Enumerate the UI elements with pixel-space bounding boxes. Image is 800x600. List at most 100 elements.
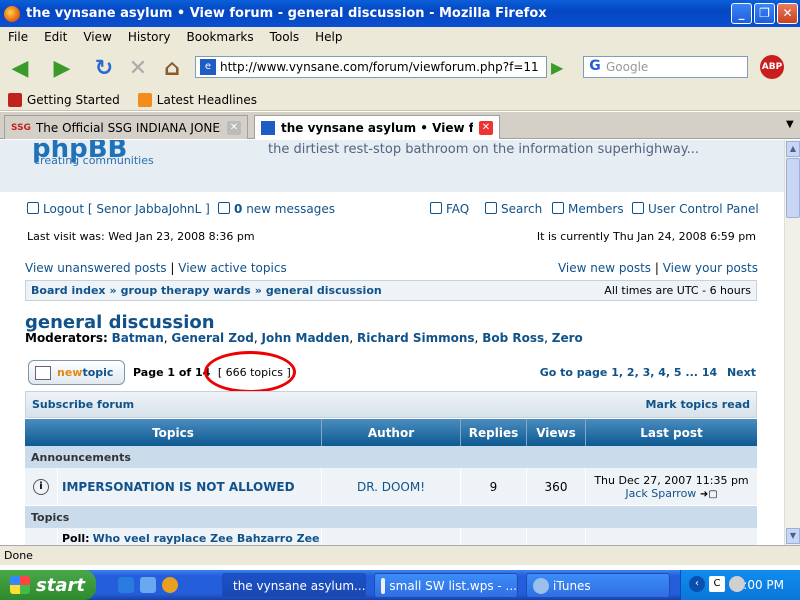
topic-author[interactable]: DR. DOOM! (322, 468, 461, 505)
moderator-link[interactable]: Richard Simmons (357, 331, 475, 345)
moderators: Moderators: Batman, General Zod, John Ma… (25, 331, 583, 345)
ucp-link[interactable]: User Control Panel (632, 202, 759, 216)
task-firefox[interactable]: the vynsane asylum... (222, 573, 366, 598)
forum-title[interactable]: general discussion (25, 312, 215, 333)
task-works[interactable]: small SW list.wps - ... (374, 573, 518, 598)
moderator-link[interactable]: Batman (112, 331, 164, 345)
faq-link[interactable]: FAQ (430, 202, 469, 216)
page-link[interactable]: 2 (627, 366, 635, 379)
forward-icon[interactable]: ▶ (48, 54, 76, 82)
menu-history[interactable]: History (120, 30, 179, 44)
moderator-link[interactable]: General Zod (171, 331, 254, 345)
breadcrumb-general-discussion[interactable]: general discussion (266, 284, 382, 297)
breadcrumb-board-index[interactable]: Board index (31, 284, 106, 297)
messages-link[interactable]: 0 new messages (218, 202, 335, 216)
header-author: Author (322, 419, 461, 446)
menu-edit[interactable]: Edit (36, 30, 75, 44)
members-link[interactable]: Members (552, 202, 624, 216)
table-header: Topics Author Replies Views Last post (25, 418, 757, 446)
last-post-user[interactable]: Jack Sparrow (625, 487, 696, 500)
navigation-toolbar: ◀ ▶ ↻ ✕ ⌂ e http://www.vynsane.com/forum… (0, 47, 800, 89)
task-itunes[interactable]: iTunes (526, 573, 670, 598)
home-icon[interactable]: ⌂ (158, 54, 186, 82)
status-text: Done (4, 549, 33, 562)
site-favicon-icon: e (200, 59, 216, 75)
page-link[interactable]: 14 (702, 366, 717, 379)
media-player-icon[interactable] (162, 577, 178, 593)
header-replies: Replies (461, 419, 527, 446)
topic-title-link[interactable]: IMPERSONATION IS NOT ALLOWED (58, 468, 322, 505)
tray-app-icon[interactable]: C (709, 576, 725, 592)
topic-title-link[interactable]: Who veel rayplace Zee Bahzarro Zee (93, 532, 320, 545)
status-bar: Done (0, 545, 800, 565)
back-icon[interactable]: ◀ (6, 54, 34, 82)
url-bar[interactable]: e http://www.vynsane.com/forum/viewforum… (195, 56, 547, 78)
start-button[interactable]: start (0, 570, 96, 600)
topics-table: Subscribe forum Mark topics read Topics … (25, 391, 757, 545)
browser-window: the vynsane asylum • View forum - genera… (0, 0, 800, 570)
menu-view[interactable]: View (75, 30, 119, 44)
menu-tools[interactable]: Tools (262, 30, 308, 44)
active-topics-link[interactable]: View active topics (178, 261, 286, 275)
site-tab-favicon-icon (261, 120, 275, 135)
stop-icon[interactable]: ✕ (124, 54, 152, 82)
tray-expand-icon[interactable]: ‹ (689, 576, 705, 592)
topic-last-post: Fri Jan 00, 2007 8:47 pm (586, 528, 757, 545)
minimize-button[interactable]: _ (731, 3, 752, 24)
tab-vynsane-asylum[interactable]: the vynsane asylum • View foru... ✕ (254, 115, 500, 139)
logout-link[interactable]: Logout [ Senor JabbaJohnL ] (27, 202, 210, 216)
maximize-button[interactable]: ❐ (754, 3, 775, 24)
scroll-thumb[interactable] (786, 158, 800, 218)
menu-help[interactable]: Help (307, 30, 350, 44)
bookmark-latest-headlines[interactable]: Latest Headlines (137, 92, 257, 107)
tab-close-icon[interactable]: ✕ (227, 120, 241, 135)
mark-topics-read-link[interactable]: Mark topics read (646, 398, 750, 411)
scroll-up-icon[interactable]: ▲ (786, 141, 800, 157)
scroll-down-icon[interactable]: ▼ (786, 528, 800, 544)
bookmark-getting-started[interactable]: Getting Started (8, 92, 120, 107)
vertical-scrollbar[interactable]: ▲ ▼ (784, 140, 800, 545)
members-icon (552, 202, 564, 214)
new-topic-button[interactable]: new topic (28, 360, 125, 385)
tab-close-icon[interactable]: ✕ (479, 120, 493, 135)
tab-list-icon[interactable]: ▼ (786, 119, 794, 130)
close-button[interactable]: ✕ (777, 3, 798, 24)
title-bar: the vynsane asylum • View forum - genera… (0, 0, 800, 27)
forum-actions-bar: Subscribe forum Mark topics read (25, 391, 757, 418)
new-posts-link[interactable]: View new posts (558, 261, 651, 275)
next-page-link[interactable]: Next (727, 366, 756, 379)
page-link[interactable]: 3 (643, 366, 651, 379)
unanswered-posts-link[interactable]: View unanswered posts (25, 261, 167, 275)
moderator-link[interactable]: John Madden (262, 331, 350, 345)
url-text: http://www.vynsane.com/forum/viewforum.p… (220, 60, 539, 74)
view-latest-post-icon[interactable]: ➜▢ (700, 489, 718, 500)
taskbar: start the vynsane asylum... small SW lis… (0, 570, 800, 600)
moderator-link[interactable]: Bob Ross (482, 331, 544, 345)
announcements-section: Announcements (25, 446, 757, 468)
menu-file[interactable]: File (0, 30, 36, 44)
ie-icon[interactable] (118, 577, 134, 593)
show-desktop-icon[interactable] (140, 577, 156, 593)
tab-indiana-jones[interactable]: SSG The Official SSG INDIANA JONES Thre.… (4, 115, 248, 139)
breadcrumb-group-therapy[interactable]: group therapy wards (121, 284, 251, 297)
page-link[interactable]: 1 (611, 366, 619, 379)
separator: | (170, 261, 175, 275)
works-document-icon (381, 577, 386, 594)
current-time: It is currently Thu Jan 24, 2008 6:59 pm (536, 230, 756, 243)
page-link[interactable]: 5 (674, 366, 682, 379)
search-box[interactable]: G Google (583, 56, 748, 78)
page-link[interactable]: 4 (658, 366, 666, 379)
google-icon[interactable]: G (586, 58, 604, 76)
moderator-link[interactable]: Zero (552, 331, 583, 345)
tray-volume-icon[interactable] (729, 576, 745, 592)
subscribe-forum-link[interactable]: Subscribe forum (32, 398, 134, 411)
site-logo[interactable]: phpBB creating communities (32, 140, 192, 170)
adblock-icon[interactable]: ABP (760, 55, 784, 79)
search-link[interactable]: Search (485, 202, 542, 216)
site-header: phpBB creating communities the dirtiest … (0, 140, 784, 192)
ssg-favicon-icon: SSG (11, 122, 31, 133)
reload-icon[interactable]: ↻ (90, 54, 118, 82)
go-icon[interactable]: ▶ (551, 58, 569, 77)
menu-bookmarks[interactable]: Bookmarks (179, 30, 262, 44)
your-posts-link[interactable]: View your posts (663, 261, 758, 275)
